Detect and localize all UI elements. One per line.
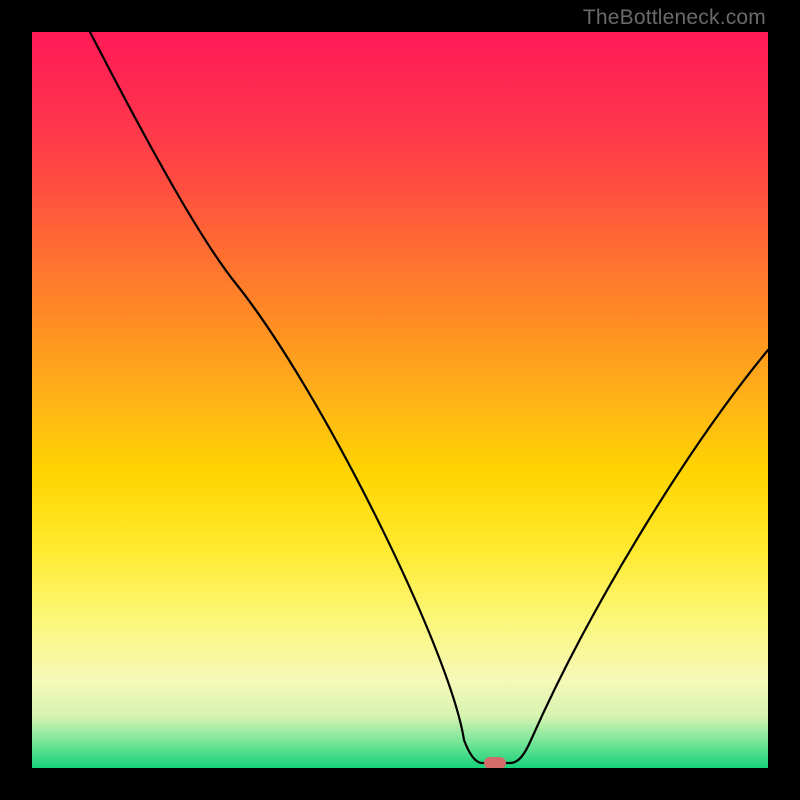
bottleneck-curve — [32, 32, 768, 768]
watermark-text: TheBottleneck.com — [583, 6, 766, 30]
chart-frame: TheBottleneck.com — [0, 0, 800, 800]
plot-area — [32, 32, 768, 768]
optimal-point-marker — [484, 757, 506, 768]
curve-path — [90, 32, 768, 763]
